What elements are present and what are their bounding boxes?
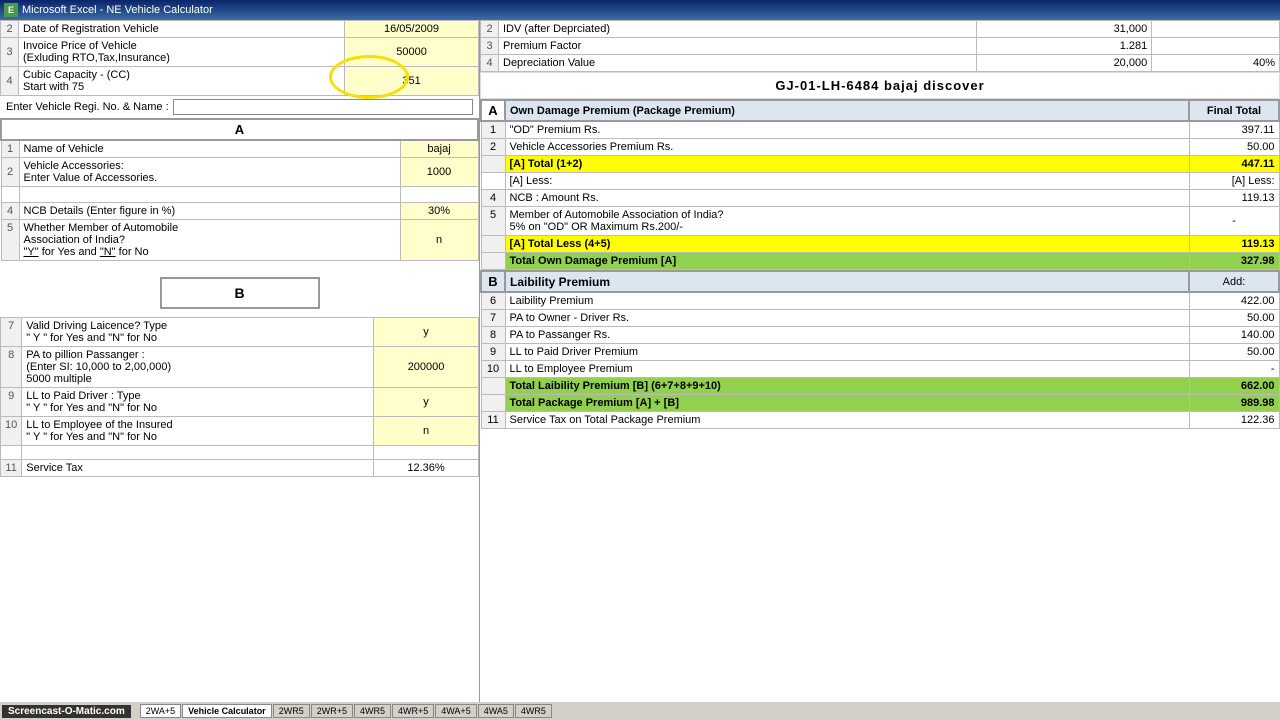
tab-4wap5[interactable]: 4WA+5 (435, 704, 476, 718)
empty-row (1, 446, 479, 460)
app-icon: E (4, 3, 18, 17)
table-row: 5 Whether Member of AutomobileAssociatio… (1, 220, 478, 261)
accessories-value[interactable]: 1000 (400, 158, 478, 187)
ll-employee-value[interactable]: n (374, 417, 479, 446)
section-b-box: B (160, 277, 320, 309)
tab-4wr5-2[interactable]: 4WR5 (515, 704, 552, 718)
table-row: 1 "OD" Premium Rs. 397.11 (481, 121, 1279, 139)
automobile-assoc-value[interactable]: n (400, 220, 478, 261)
reg-input[interactable] (173, 99, 473, 115)
tab-2wa5[interactable]: 2WA+5 (140, 704, 181, 718)
table-row: 4 NCB Details (Enter figure in %) 30% (1, 203, 478, 220)
add-label: Add: (1189, 271, 1279, 292)
liability-premium-header: Laibility Premium (505, 271, 1189, 292)
total-less-row: [A] Total Less (4+5) 119.13 (481, 236, 1279, 253)
service-tax-left-value: 12.36% (374, 460, 479, 477)
table-row: 3 Invoice Price of Vehicle(Exluding RTO,… (1, 38, 479, 67)
premium-factor-label: Premium Factor (499, 38, 977, 55)
tab-vehicle-calculator[interactable]: Vehicle Calculator (182, 704, 272, 718)
tab-2wrp5[interactable]: 2WR+5 (311, 704, 353, 718)
idv-label: IDV (after Deprciated) (499, 21, 977, 38)
section-a-header: A (1, 119, 478, 140)
pa-pillion-value[interactable]: 200000 (374, 347, 479, 388)
reg-label: Enter Vehicle Regi. No. & Name : (6, 101, 169, 113)
empty-row (1, 187, 478, 203)
cubic-capacity-value[interactable]: 351 (345, 67, 479, 96)
driving-licence-value[interactable]: y (374, 318, 479, 347)
table-row: 2 Vehicle Accessories Premium Rs. 50.00 (481, 139, 1279, 156)
section-b-right-header: B Laibility Premium Add: (481, 271, 1279, 292)
ll-paid-driver-value[interactable]: y (374, 388, 479, 417)
total-package-row: Total Package Premium [A] + [B] 989.98 (481, 395, 1279, 412)
left-panel: 2 Date of Registration Vehicle 16/05/200… (0, 20, 480, 702)
spacer (0, 261, 479, 269)
watermark: Screencast-O-Matic.com (2, 705, 131, 718)
total-od-row: Total Own Damage Premium [A] 327.98 (481, 253, 1279, 270)
vehicle-name-value[interactable]: bajaj (400, 140, 478, 158)
final-total-header: Final Total (1189, 100, 1279, 121)
date-reg-value[interactable]: 16/05/2009 (345, 21, 479, 38)
table-row: 8 PA to pillion Passanger :(Enter SI: 10… (1, 347, 479, 388)
table-row: 8 PA to Passanger Rs. 140.00 (481, 327, 1279, 344)
title-bar: E Microsoft Excel - NE Vehicle Calculato… (0, 0, 1280, 20)
table-row: 2 Vehicle Accessories:Enter Value of Acc… (1, 158, 478, 187)
depreciation-value: 20,000 (976, 55, 1152, 72)
service-tax-right-row: 11 Service Tax on Total Package Premium … (481, 412, 1279, 429)
section-a-right: A (481, 100, 505, 121)
invoice-price-value[interactable]: 50000 (345, 38, 479, 67)
right-panel: 2 IDV (after Deprciated) 31,000 3 Premiu… (480, 20, 1280, 702)
reg-display: GJ-01-LH-6484 bajaj discover (480, 72, 1280, 99)
section-a-col-header: A Own Damage Premium (Package Premium) F… (481, 100, 1279, 121)
table-row: 4 NCB : Amount Rs. 119.13 (481, 190, 1279, 207)
ncb-value[interactable]: 30% (400, 203, 478, 220)
table-row: 9 LL to Paid Driver : Type" Y " for Yes … (1, 388, 479, 417)
tab-4wa5[interactable]: 4WA5 (478, 704, 514, 718)
table-row: 6 Laibility Premium 422.00 (481, 292, 1279, 310)
od-premium-header: Own Damage Premium (Package Premium) (505, 100, 1189, 121)
tab-4wr5[interactable]: 4WR5 (354, 704, 391, 718)
table-row: 1 Name of Vehicle bajaj (1, 140, 478, 158)
table-row: 10 LL to Employee Premium - (481, 361, 1279, 378)
table-row: 7 Valid Driving Laicence? Type" Y " for … (1, 318, 479, 347)
depreciation-label: Depreciation Value (499, 55, 977, 72)
premium-factor-value: 1.281 (976, 38, 1152, 55)
service-tax-row: 11 Service Tax 12.36% (1, 460, 479, 477)
total-liability-row: Total Laibility Premium [B] (6+7+8+9+10)… (481, 378, 1279, 395)
table-row: 3 Premium Factor 1.281 (481, 38, 1280, 55)
total-row-a: [A] Total (1+2) 447.11 (481, 156, 1279, 173)
tab-4wrp5[interactable]: 4WR+5 (392, 704, 434, 718)
table-row: 7 PA to Owner - Driver Rs. 50.00 (481, 310, 1279, 327)
table-row: 4 Depreciation Value 20,000 40% (481, 55, 1280, 72)
table-row: 10 LL to Employee of the Insured" Y " fo… (1, 417, 479, 446)
less-row: [A] Less: [A] Less: (481, 173, 1279, 190)
tab-2wr5[interactable]: 2WR5 (273, 704, 310, 718)
table-row: 2 Date of Registration Vehicle 16/05/200… (1, 21, 479, 38)
table-row: 9 LL to Paid Driver Premium 50.00 (481, 344, 1279, 361)
idv-value: 31,000 (976, 21, 1152, 38)
table-row: 4 Cubic Capacity - (CC)Start with 75 351 (1, 67, 479, 96)
vehicle-reg-row: Enter Vehicle Regi. No. & Name : (0, 96, 479, 118)
date-reg-label: Date of Registration Vehicle (19, 21, 345, 38)
title-text: Microsoft Excel - NE Vehicle Calculator (22, 4, 213, 16)
table-row: 2 IDV (after Deprciated) 31,000 (481, 21, 1280, 38)
table-row: 5 Member of Automobile Association of In… (481, 207, 1279, 236)
bottom-tabs: Screencast-O-Matic.com 2WA+5 Vehicle Cal… (0, 702, 1280, 720)
depreciation-pct: 40% (1152, 55, 1280, 72)
